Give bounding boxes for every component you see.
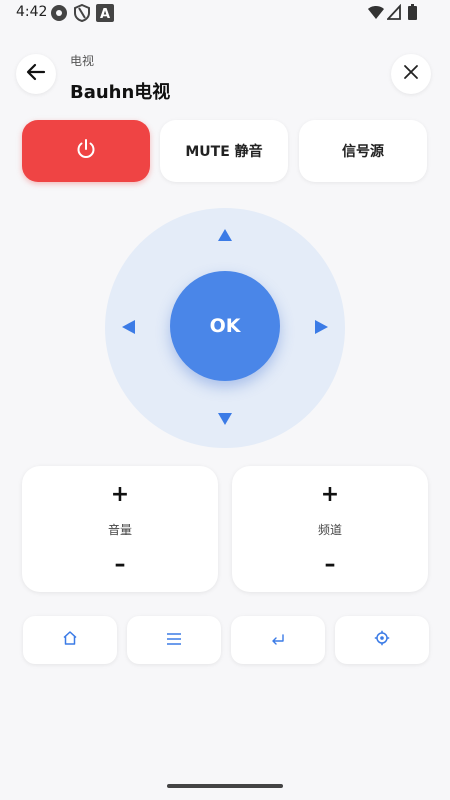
close-button[interactable] bbox=[391, 54, 431, 94]
ok-button[interactable]: OK bbox=[170, 271, 280, 381]
status-bar: 4:42 A bbox=[0, 0, 450, 26]
input-source-button[interactable]: 信号源 bbox=[299, 120, 427, 182]
volume-control: + 音量 – bbox=[22, 466, 218, 592]
dpad-right-button[interactable] bbox=[315, 320, 328, 334]
back-button[interactable] bbox=[16, 54, 56, 94]
channel-control: + 频道 – bbox=[232, 466, 428, 592]
volume-up-button[interactable]: + bbox=[22, 480, 218, 510]
dpad-down-button[interactable] bbox=[218, 413, 232, 425]
shield-icon bbox=[74, 3, 90, 26]
dpad-up-button[interactable] bbox=[218, 229, 232, 241]
menu-icon bbox=[166, 630, 182, 651]
signal-icon bbox=[385, 3, 401, 24]
return-icon bbox=[270, 630, 286, 651]
dpad-left-button[interactable] bbox=[122, 320, 135, 334]
gesture-bar[interactable] bbox=[167, 784, 283, 788]
battery-icon bbox=[408, 4, 417, 24]
record-icon bbox=[50, 4, 68, 26]
channel-up-button[interactable]: + bbox=[232, 480, 428, 510]
channel-down-button[interactable]: – bbox=[232, 550, 428, 580]
settings-button[interactable] bbox=[335, 616, 429, 664]
channel-label: 频道 bbox=[317, 523, 342, 537]
status-time: 4:42 bbox=[16, 4, 48, 20]
wifi-icon bbox=[368, 4, 384, 24]
menu-button[interactable] bbox=[127, 616, 221, 664]
settings-icon bbox=[374, 630, 390, 651]
dpad: OK bbox=[105, 208, 345, 448]
return-button[interactable] bbox=[231, 616, 325, 664]
close-icon bbox=[403, 64, 419, 84]
power-button[interactable] bbox=[22, 120, 150, 182]
volume-down-button[interactable]: – bbox=[22, 550, 218, 580]
arrow-left-icon bbox=[26, 62, 46, 86]
svg-text:A: A bbox=[100, 7, 110, 22]
power-icon bbox=[75, 138, 97, 164]
device-type-label: 电视 bbox=[70, 54, 95, 68]
home-button[interactable] bbox=[23, 616, 117, 664]
volume-label: 音量 bbox=[107, 523, 132, 537]
home-icon bbox=[62, 630, 78, 651]
font-icon: A bbox=[96, 4, 114, 26]
page-title: Bauhn电视 bbox=[70, 82, 171, 103]
mute-button[interactable]: MUTE 静音 bbox=[160, 120, 288, 182]
